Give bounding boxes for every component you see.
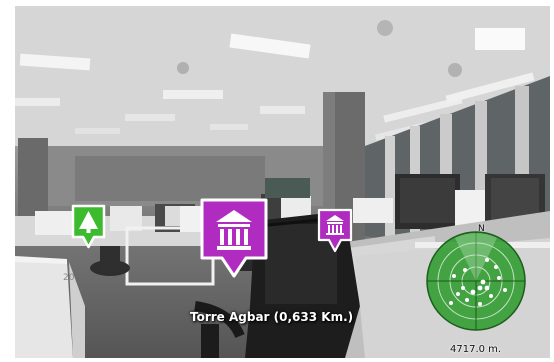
selected-poi-label[interactable]: Torre Agbar (0,633 Km.) [190,310,353,324]
radar[interactable] [425,230,527,332]
ar-browser-screen: 20 Torre Agbar (0,633 Km.) N 4717.0 m. [0,0,554,362]
desk-number-label: 20 [63,273,75,283]
poi-marker-park[interactable] [70,203,107,249]
radar-range-label: 4717.0 m. [450,344,502,355]
poi-marker-monument-selected[interactable] [198,196,270,280]
poi-marker-monument[interactable] [316,207,354,253]
